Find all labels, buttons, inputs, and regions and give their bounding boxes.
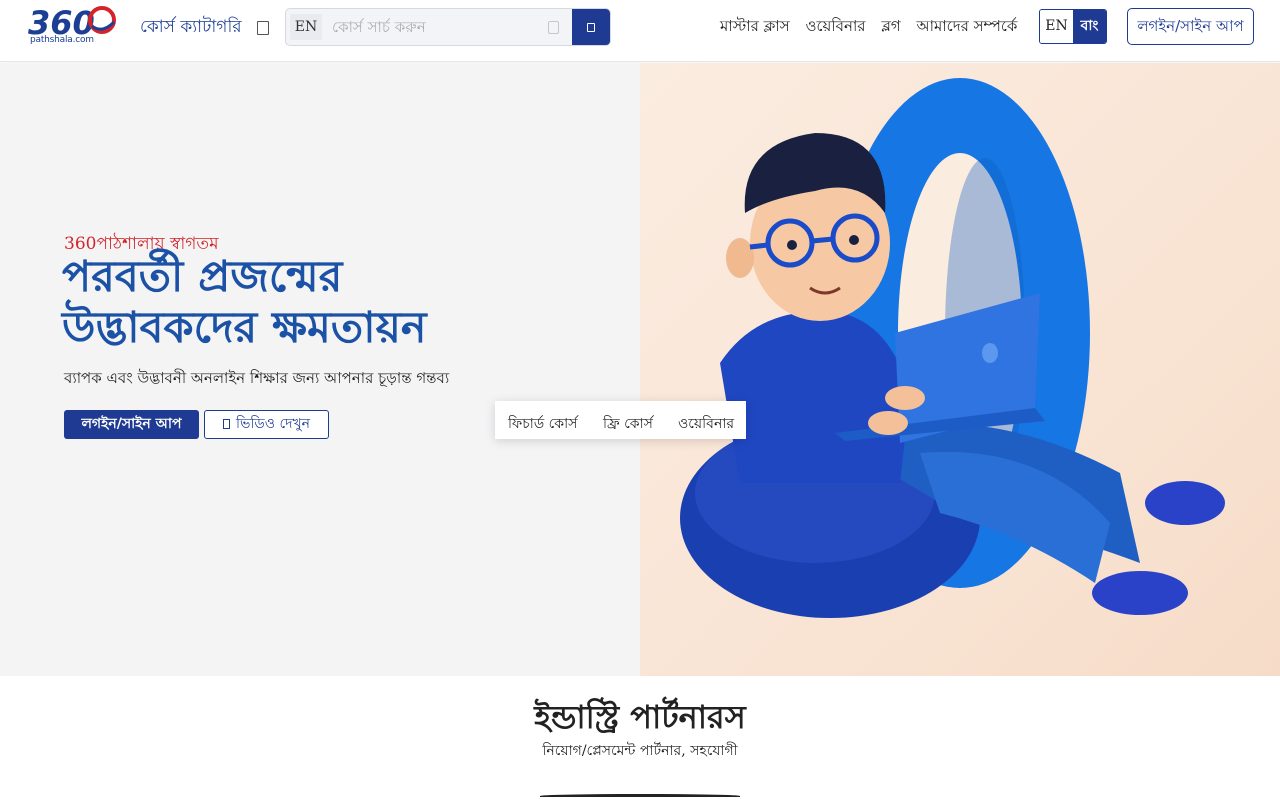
tab-featured-courses[interactable]: ফিচার্ড কোর্স (508, 412, 577, 436)
course-tabs-popup: ফিচার্ড কোর্স ফ্রি কোর্স ওয়েবিনার (495, 401, 746, 439)
hero-headline-line1: পরবর্তী প্রজন্মের (62, 252, 343, 302)
lang-option-bn[interactable]: বাং (1073, 10, 1106, 43)
search-input[interactable] (332, 12, 532, 42)
search-button[interactable] (572, 9, 610, 45)
search-lang-indicator[interactable]: EN (290, 14, 322, 40)
hero-illustration (640, 63, 1280, 676)
category-grid-icon[interactable] (257, 21, 269, 35)
nav-item-about[interactable]: আমাদের সম্পর্কে (917, 17, 1018, 35)
hero-subline: ব্যাপক এবং উদ্ভাবনী অনলাইন শিক্ষার জন্য … (64, 369, 450, 387)
search-bar: EN (285, 8, 611, 46)
language-toggle: EN বাং (1039, 9, 1107, 44)
logo-domain: pathshala.com (30, 35, 94, 45)
tab-webinar[interactable]: ওয়েবিনার (678, 412, 734, 436)
lang-option-en[interactable]: EN (1040, 10, 1073, 43)
watch-video-label: ভিডিও দেখুন (235, 416, 311, 432)
site-header: 360 pathshala.com কোর্স ক্যাটাগরি EN মাস… (0, 0, 1280, 62)
hero-headline-line2: উদ্ভাবকদের ক্ষমতায়ন (62, 303, 427, 353)
nav-item-masterclass[interactable]: মাস্টার ক্লাস (720, 17, 790, 35)
student-laptop-illustration (680, 78, 1225, 618)
next-section-title-peek (540, 790, 740, 800)
course-category-menu[interactable]: কোর্স ক্যাটাগরি (140, 14, 242, 42)
watch-video-button[interactable]: ভিডিও দেখুন (204, 410, 329, 439)
main-nav: মাস্টার ক্লাস ওয়েবিনার ব্লগ আমাদের সম্প… (720, 15, 1028, 40)
partners-subtitle: নিয়োগ/প্লেসমেন্ট পার্টনার, সহযোগী (542, 743, 738, 759)
search-icon (587, 23, 595, 32)
hero-login-button[interactable]: লগইন/সাইন আপ (64, 410, 199, 439)
nav-item-webinar[interactable]: ওয়েবিনার (805, 17, 865, 35)
tab-free-courses[interactable]: ফ্রি কোর্স (603, 412, 653, 436)
keyboard-icon[interactable] (548, 21, 559, 34)
play-icon (222, 419, 230, 429)
nav-item-blog[interactable]: ব্লগ (881, 17, 900, 35)
hero-headline: পরবর্তী প্রজন্মের উদ্ভাবকদের ক্ষমতায়ন (62, 252, 542, 354)
header-login-button[interactable]: লগইন/সাইন আপ (1127, 8, 1254, 45)
partners-title: ইন্ডাস্ট্রি পার্টনারস (534, 698, 746, 736)
